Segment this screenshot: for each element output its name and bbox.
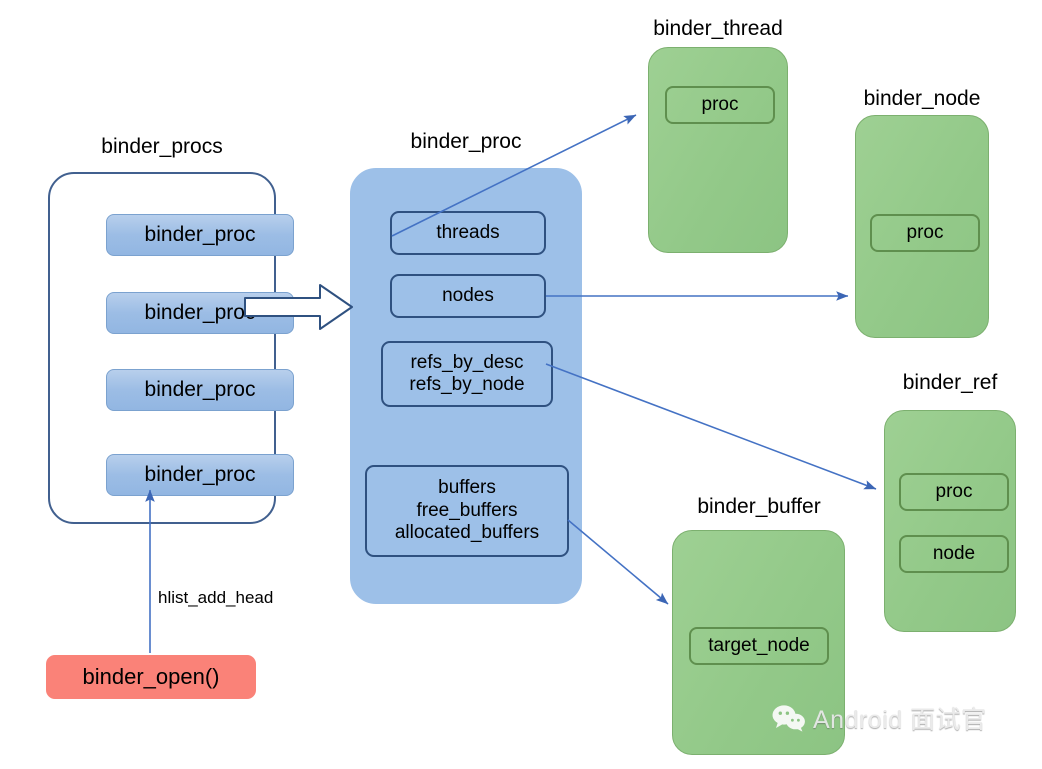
title-binder-node: binder_node bbox=[863, 87, 981, 110]
title-binder-proc: binder_proc bbox=[410, 130, 522, 153]
binder-open-label: binder_open() bbox=[82, 664, 220, 689]
field-buffers-label: buffers bbox=[438, 477, 496, 499]
arrow-refs-to-binder-ref bbox=[545, 363, 877, 490]
field-target-node[interactable]: target_node bbox=[689, 627, 829, 665]
binder-proc-item[interactable]: binder_proc bbox=[106, 369, 294, 411]
field-node-label: node bbox=[932, 543, 976, 564]
field-nodes[interactable]: nodes bbox=[390, 274, 546, 318]
watermark-text: Android 面试官 bbox=[813, 706, 987, 734]
field-node[interactable]: node bbox=[899, 535, 1009, 573]
field-proc-label: proc bbox=[935, 481, 973, 502]
field-proc-label: proc bbox=[906, 222, 944, 243]
title-binder-procs: binder_procs bbox=[101, 135, 223, 158]
binder-proc-item[interactable]: binder_proc bbox=[106, 292, 294, 334]
field-nodes-label: nodes bbox=[442, 284, 494, 306]
binder-ref-box: proc node bbox=[884, 410, 1016, 632]
field-threads-label: threads bbox=[436, 221, 500, 243]
field-refs[interactable]: refs_by_desc refs_by_node bbox=[381, 341, 553, 407]
binder-thread-box: proc bbox=[648, 47, 788, 253]
field-buffers[interactable]: buffers free_buffers allocated_buffers bbox=[365, 465, 569, 557]
field-proc[interactable]: proc bbox=[870, 214, 980, 252]
field-target-node-label: target_node bbox=[708, 635, 810, 656]
field-free-buffers-label: free_buffers bbox=[416, 499, 518, 521]
title-binder-buffer: binder_buffer bbox=[697, 495, 821, 518]
edge-label-hlist-add-head: hlist_add_head bbox=[158, 588, 274, 607]
binder-proc-item[interactable]: binder_proc bbox=[106, 454, 294, 496]
field-threads[interactable]: threads bbox=[390, 211, 546, 255]
field-proc[interactable]: proc bbox=[665, 86, 775, 124]
title-binder-ref: binder_ref bbox=[902, 371, 998, 394]
binder-node-box: proc bbox=[855, 115, 989, 338]
arrow-buffers-to-binder-buffer bbox=[567, 519, 669, 605]
binder-open-button[interactable]: binder_open() bbox=[46, 655, 256, 699]
field-proc[interactable]: proc bbox=[899, 473, 1009, 511]
binder-procs-container: binder_proc binder_proc binder_proc bind… bbox=[48, 172, 294, 524]
title-binder-thread: binder_thread bbox=[653, 17, 783, 40]
diagram-canvas: binder_procs binder_proc binder_thread b… bbox=[0, 0, 1042, 769]
binder-proc-item[interactable]: binder_proc bbox=[106, 214, 294, 256]
field-proc-label: proc bbox=[701, 94, 739, 115]
binder-proc-box: threads nodes refs_by_desc refs_by_node … bbox=[350, 168, 582, 604]
field-refs-by-node-label: refs_by_node bbox=[409, 374, 525, 395]
watermark: Android 面试官 bbox=[772, 700, 987, 736]
field-refs-by-desc-label: refs_by_desc bbox=[410, 351, 524, 373]
wechat-icon bbox=[772, 705, 805, 732]
field-allocated-buffers-label: allocated_buffers bbox=[394, 522, 540, 544]
